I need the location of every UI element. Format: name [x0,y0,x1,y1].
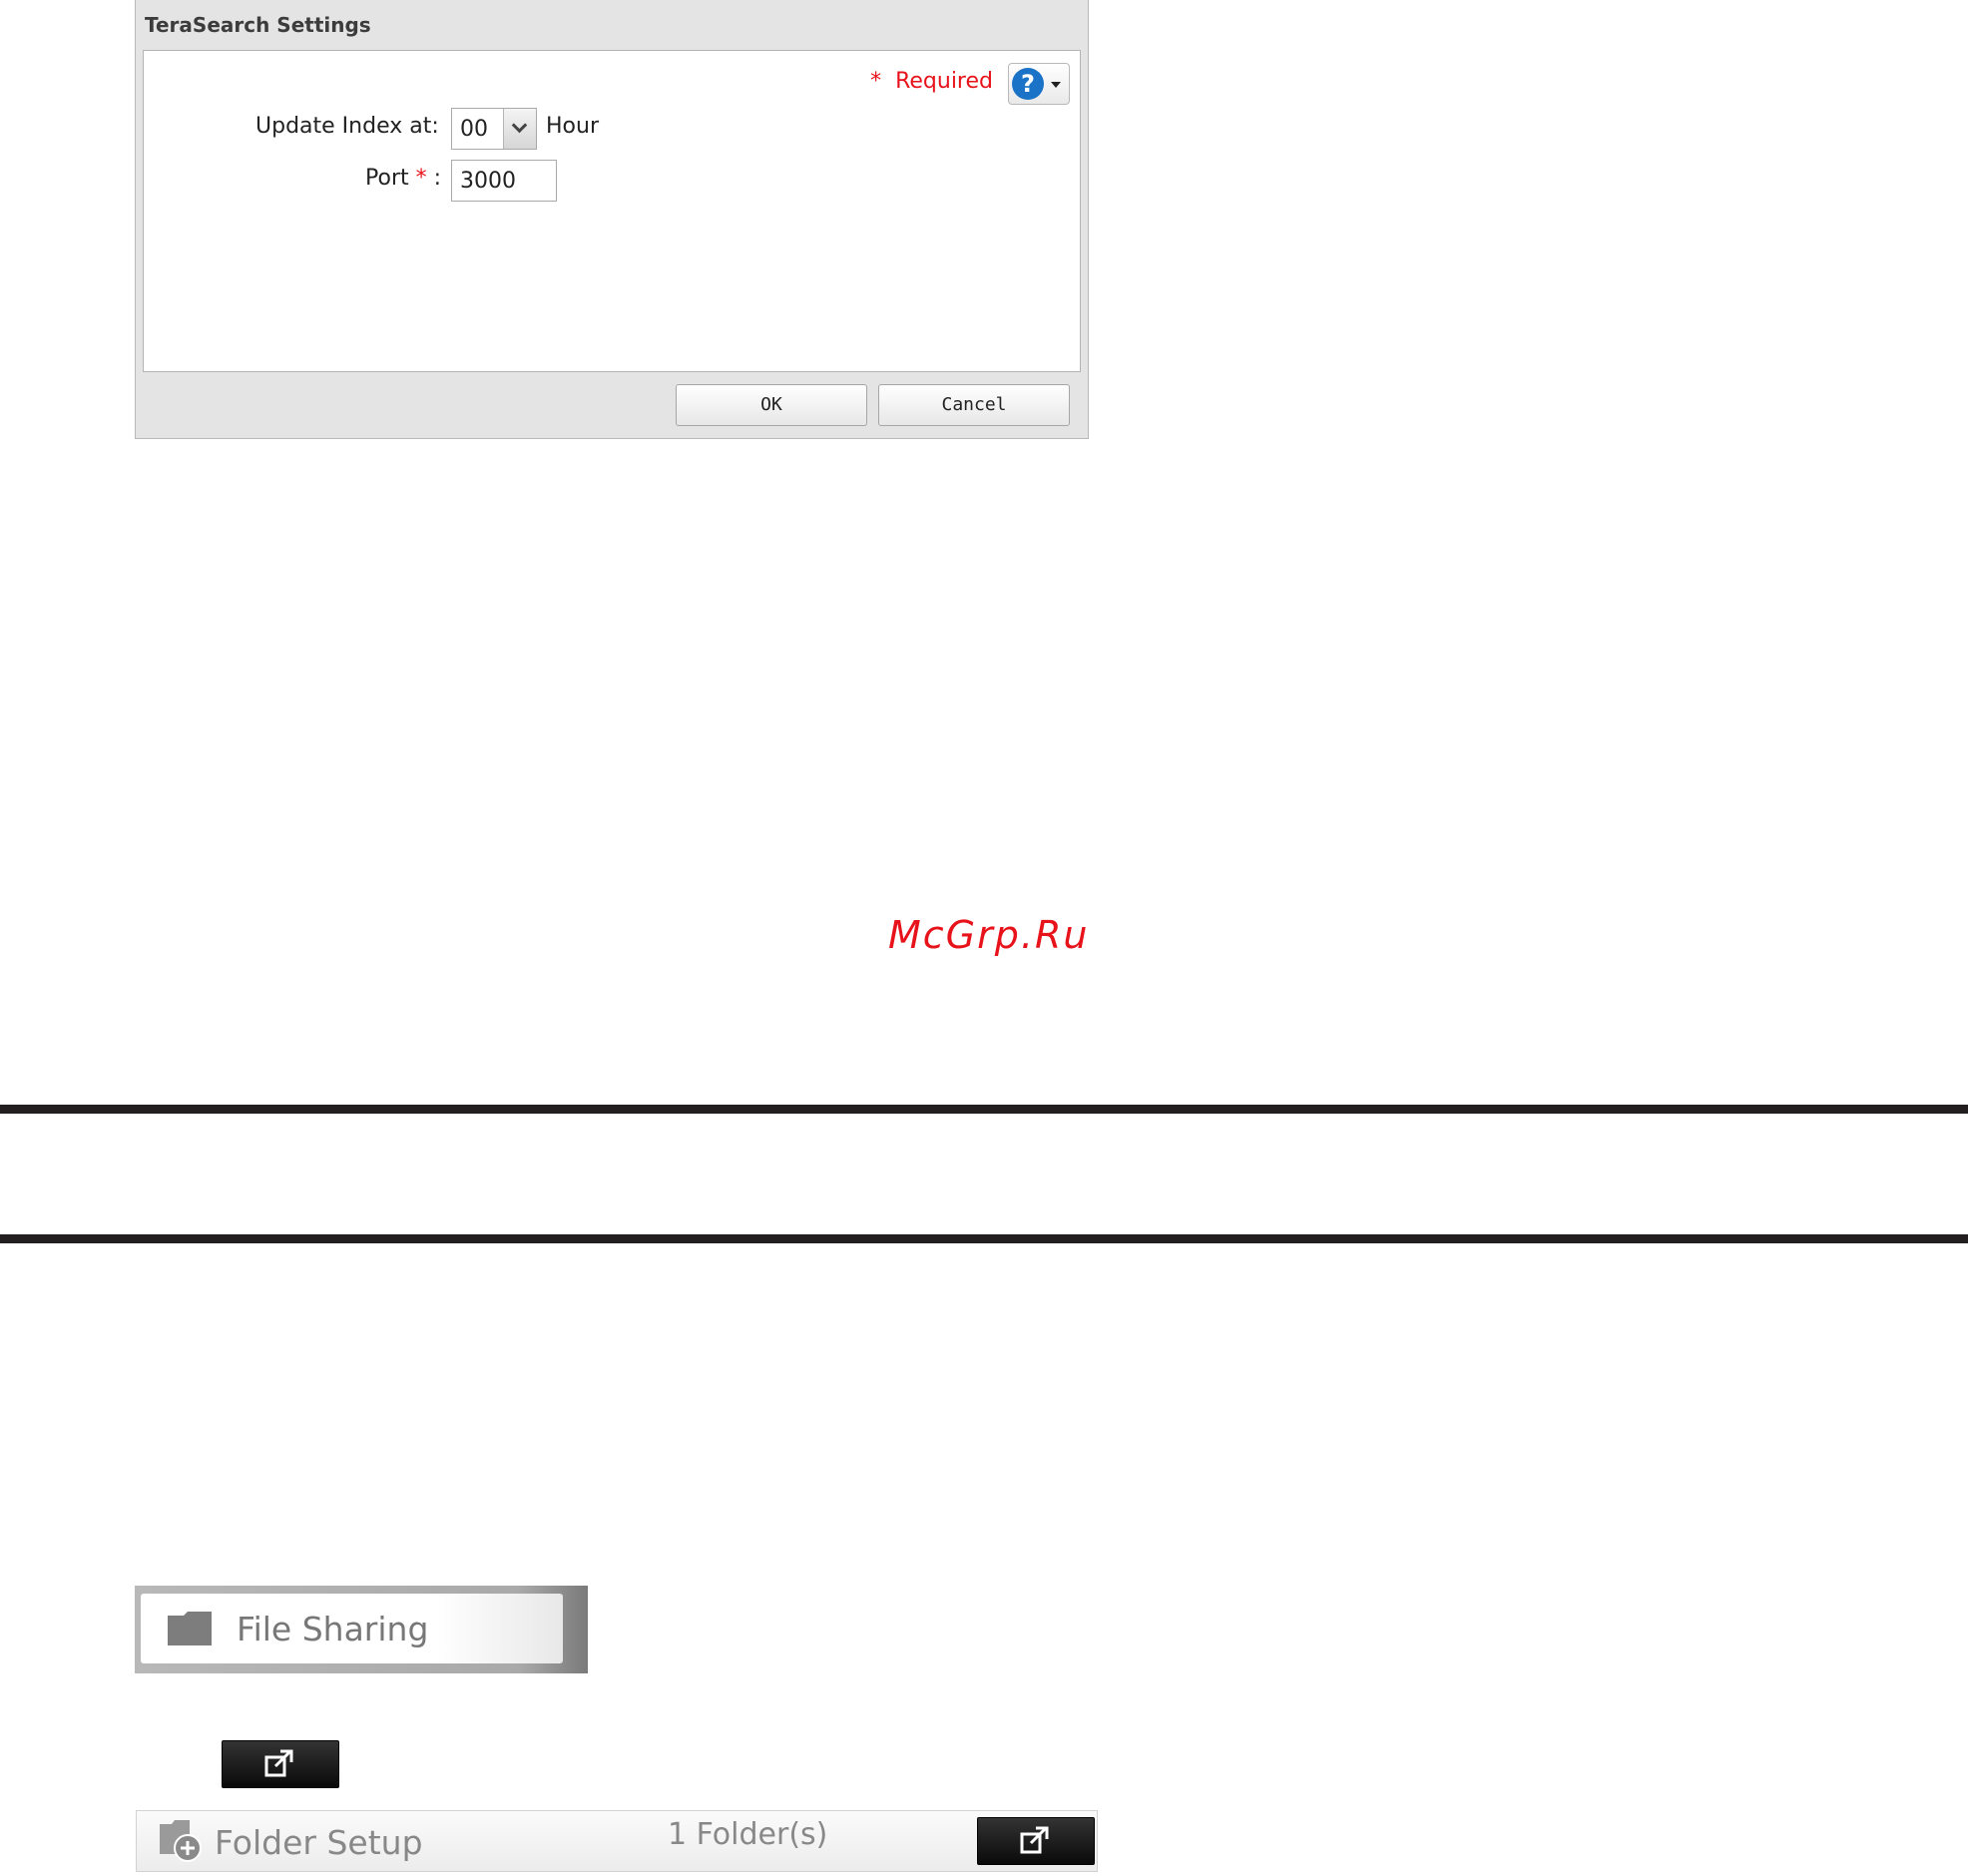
cancel-button[interactable]: Cancel [878,384,1070,426]
file-sharing-tab-inner: File Sharing [141,1594,563,1663]
dropdown-arrow-icon[interactable] [503,109,536,149]
hour-label: Hour [546,114,599,139]
file-sharing-tab[interactable]: File Sharing [135,1586,588,1673]
question-icon: ? [1012,68,1044,100]
watermark: McGrp.Ru [888,913,1090,957]
required-label: Required [895,69,993,94]
required-note: * Required [870,69,993,94]
port-required-star: * [415,166,427,191]
terasearch-settings-dialog: TeraSearch Settings * Required ? Update I… [135,0,1089,439]
required-star: * [870,69,882,94]
folder-setup-row: Folder Setup 1 Folder(s) [136,1810,1098,1872]
dialog-title: TeraSearch Settings [145,13,371,37]
folder-setup-label: Folder Setup [215,1823,423,1862]
folder-setup-open-button[interactable] [977,1817,1095,1865]
update-index-label: Update Index at: [255,114,439,139]
folder-count: 1 Folder(s) [668,1817,828,1852]
port-input[interactable] [451,160,557,202]
ok-button[interactable]: OK [676,384,867,426]
open-external-icon [264,1749,293,1777]
port-colon: : [433,166,442,191]
chevron-down-icon [1051,82,1061,88]
folder-add-icon [160,1820,202,1862]
help-button[interactable]: ? [1008,63,1070,105]
dialog-body: * Required ? Update Index at: 00 Hour Por… [143,50,1081,372]
open-settings-button[interactable] [222,1740,339,1788]
divider-bottom [0,1234,1968,1243]
file-sharing-label: File Sharing [237,1610,429,1648]
port-label-group: Port * : [365,166,441,191]
update-index-value: 00 [460,117,488,142]
port-label: Port [365,166,409,191]
update-index-select[interactable]: 00 [451,108,537,150]
folder-icon [168,1612,212,1645]
open-external-icon [1020,1826,1049,1854]
divider-top [0,1105,1968,1114]
